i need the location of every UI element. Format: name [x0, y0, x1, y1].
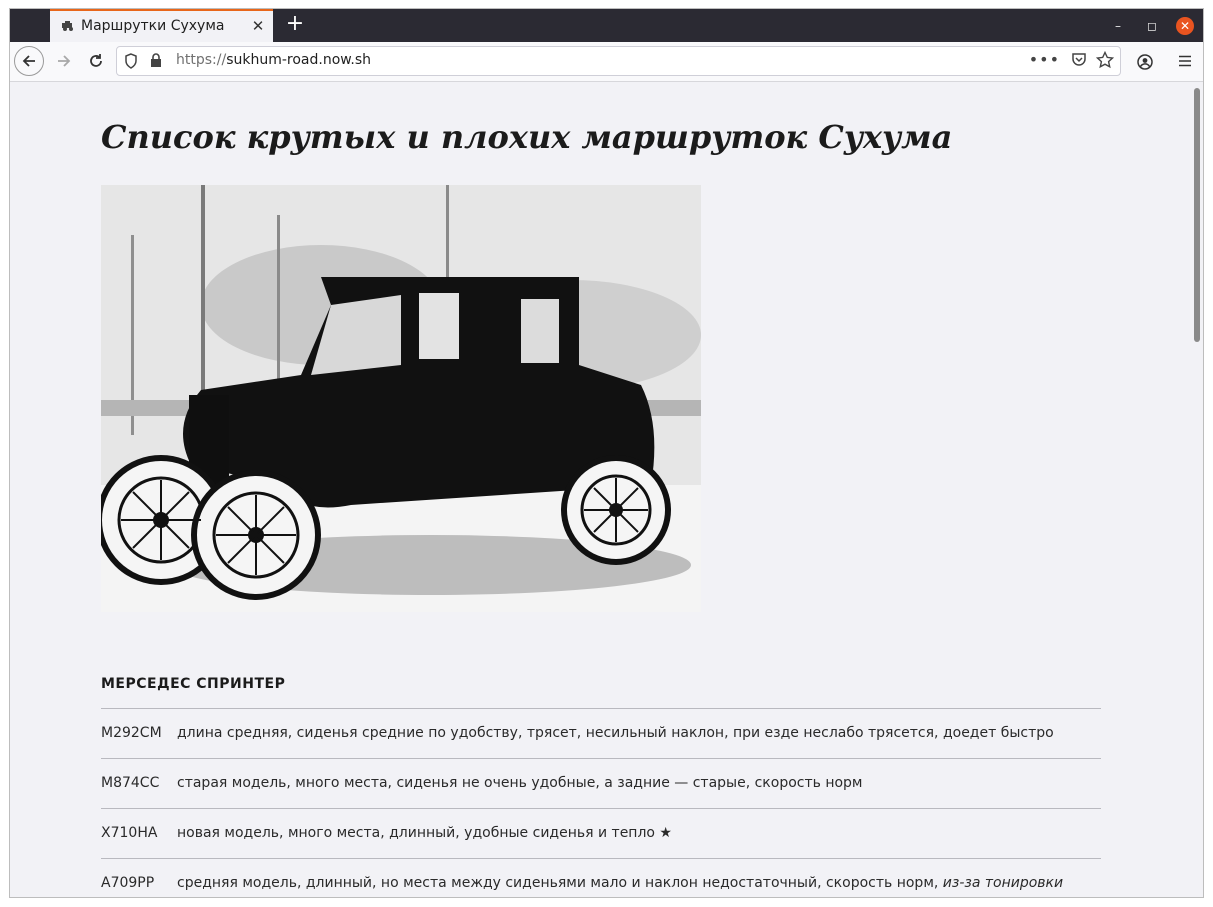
- section-title: МЕРСЕДЕС СПРИНТЕР: [101, 676, 286, 692]
- maximize-button[interactable]: ◻: [1143, 17, 1161, 35]
- tab-bar: Маршрутки Сухума ✕ + – ◻ ✕: [10, 9, 1203, 42]
- route-description-text: средняя модель, длинный, но места между …: [177, 875, 943, 891]
- table-row: М874СС старая модель, много места, сиден…: [101, 758, 1101, 808]
- reload-button[interactable]: [81, 46, 111, 76]
- menu-button[interactable]: [1170, 46, 1200, 76]
- route-code: А709РР: [101, 875, 155, 891]
- account-icon: [1137, 53, 1153, 70]
- page-content: Список крутых и плохих маршруток Сухума: [10, 82, 1193, 897]
- reload-icon: [90, 54, 102, 67]
- browser-window: Маршрутки Сухума ✕ + – ◻ ✕ https://sukhu…: [9, 8, 1204, 898]
- car-photo: [101, 185, 701, 612]
- new-tab-button[interactable]: +: [282, 11, 308, 37]
- route-description: старая модель, много места, сиденья не о…: [177, 775, 863, 791]
- routes-table: М292СМ длина средняя, сиденья средние по…: [101, 708, 1101, 897]
- forward-button[interactable]: [49, 46, 79, 76]
- navigation-bar: https://sukhum-road.now.sh •••: [10, 42, 1203, 82]
- tab-active[interactable]: Маршрутки Сухума ✕: [50, 9, 273, 42]
- arrow-left-icon: [22, 55, 35, 67]
- lock-icon[interactable]: [150, 53, 162, 72]
- url-scheme: https://: [176, 52, 227, 68]
- hamburger-icon: [1179, 55, 1191, 67]
- url-bar[interactable]: https://sukhum-road.now.sh •••: [116, 46, 1121, 76]
- table-row: Х710НА новая модель, много места, длинны…: [101, 808, 1101, 858]
- url-host: sukhum-road.now.sh: [226, 52, 372, 68]
- tab-close-icon[interactable]: ✕: [249, 17, 267, 35]
- tab-title: Маршрутки Сухума: [81, 18, 225, 34]
- more-icon[interactable]: •••: [1029, 50, 1060, 69]
- route-note: из-за тонировки: [942, 875, 1064, 891]
- star-icon[interactable]: [1095, 50, 1115, 73]
- minimize-button[interactable]: –: [1109, 17, 1127, 35]
- page-title: Список крутых и плохих маршруток Сухума: [101, 118, 953, 156]
- back-button[interactable]: [14, 46, 44, 76]
- route-code: Х710НА: [101, 825, 158, 841]
- route-code: М292СМ: [101, 725, 162, 741]
- scrollbar-thumb[interactable]: [1194, 88, 1200, 342]
- scrollbar[interactable]: [1191, 82, 1203, 897]
- route-description: средняя модель, длинный, но места между …: [177, 875, 1063, 891]
- route-description: длина средняя, сиденья средние по удобст…: [177, 725, 1054, 741]
- close-window-button[interactable]: ✕: [1176, 17, 1194, 35]
- route-description: новая модель, много места, длинный, удоб…: [177, 825, 672, 841]
- car-icon: [60, 19, 76, 33]
- shield-icon[interactable]: [124, 53, 138, 73]
- table-row: М292СМ длина средняя, сиденья средние по…: [101, 708, 1101, 758]
- pocket-icon[interactable]: [1071, 52, 1087, 71]
- account-button[interactable]: [1130, 46, 1160, 76]
- table-row: А709РР средняя модель, длинный, но места…: [101, 858, 1101, 897]
- arrow-right-icon: [58, 55, 71, 67]
- route-code: М874СС: [101, 775, 160, 791]
- url-text[interactable]: https://sukhum-road.now.sh: [176, 52, 371, 68]
